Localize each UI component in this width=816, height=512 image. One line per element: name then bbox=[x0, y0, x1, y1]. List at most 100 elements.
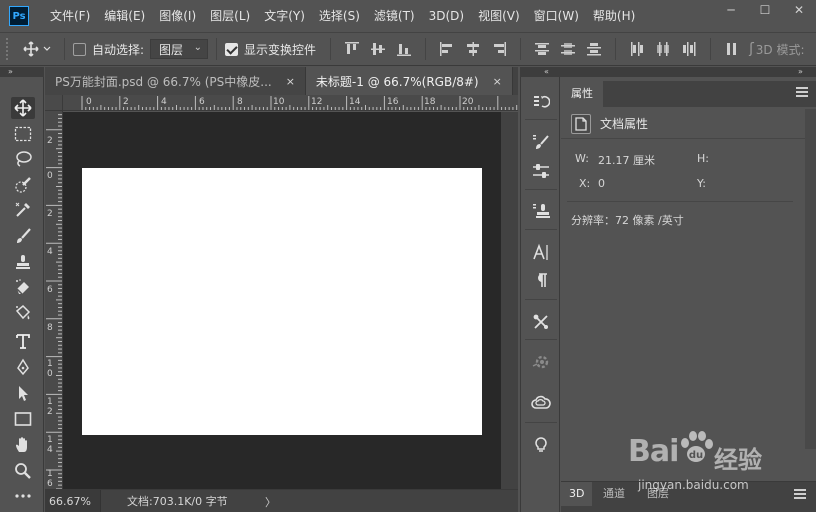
menu-layer[interactable]: 图层(L) bbox=[203, 0, 257, 32]
menu-edit[interactable]: 编辑(E) bbox=[97, 0, 152, 32]
align-vertical-centers-icon[interactable] bbox=[365, 38, 391, 60]
3d-cog-icon bbox=[532, 355, 549, 369]
zoom-level-field[interactable]: 66.67% bbox=[45, 489, 101, 512]
distribute-horizontal-centers-icon[interactable] bbox=[650, 38, 676, 60]
more-tools-button[interactable] bbox=[11, 485, 35, 507]
menu-bar: Ps 文件(F) 编辑(E) 图像(I) 图层(L) 文字(Y) 选择(S) 滤… bbox=[0, 0, 816, 32]
menu-select[interactable]: 选择(S) bbox=[312, 0, 367, 32]
path-selection-tool[interactable] bbox=[11, 382, 35, 404]
distribute-bottom-icon[interactable] bbox=[581, 38, 607, 60]
menu-filter[interactable]: 滤镜(T) bbox=[367, 0, 422, 32]
horizontal-ruler[interactable]: 0 2 4 6 8 10 12 14 16 18 20 bbox=[63, 95, 518, 111]
ruler-label: 1 6 bbox=[47, 469, 53, 489]
distribute-left-icon[interactable] bbox=[624, 38, 650, 60]
tool-presets-button[interactable] bbox=[529, 311, 553, 333]
libraries-panel-button[interactable] bbox=[529, 392, 553, 414]
document-tab[interactable]: PS万能封面.psd @ 66.7% (PS中橡皮... × bbox=[45, 67, 306, 95]
ruler-label: 1 2 bbox=[47, 397, 53, 417]
pen-icon bbox=[17, 358, 29, 376]
layer-select-value: 图层 bbox=[159, 42, 184, 57]
menu-view[interactable]: 视图(V) bbox=[471, 0, 527, 32]
ruler-label: 1 0 bbox=[47, 359, 53, 379]
align-left-edges-icon[interactable] bbox=[434, 38, 460, 60]
status-menu-arrow[interactable]: 〉 bbox=[265, 494, 276, 510]
brush-settings-button[interactable] bbox=[529, 160, 553, 182]
separator bbox=[425, 38, 427, 60]
history-panel-button[interactable] bbox=[529, 91, 553, 113]
brush-presets-button[interactable] bbox=[529, 131, 553, 153]
tools-panel bbox=[0, 77, 44, 512]
auto-select-checkbox[interactable] bbox=[73, 42, 86, 56]
align-horizontal-centers-icon[interactable] bbox=[460, 38, 486, 60]
eraser-tool[interactable] bbox=[11, 276, 35, 298]
width-label: W: bbox=[575, 152, 589, 165]
learn-panel-button[interactable] bbox=[529, 433, 553, 455]
auto-select-target-dropdown[interactable]: 图层 ⌄ bbox=[150, 39, 209, 59]
hand-tool[interactable] bbox=[11, 434, 35, 456]
double-chevron-right-icon: » bbox=[798, 67, 803, 76]
eyedropper-tool[interactable] bbox=[11, 199, 35, 221]
close-icon[interactable]: × bbox=[286, 75, 295, 88]
menu-help[interactable]: 帮助(H) bbox=[586, 0, 642, 32]
clone-stamp-tool[interactable] bbox=[11, 251, 35, 273]
move-tool-preset-icon[interactable] bbox=[20, 38, 56, 60]
menu-file[interactable]: 文件(F) bbox=[43, 0, 97, 32]
properties-scrollbar[interactable] bbox=[805, 109, 816, 449]
clone-source-button[interactable] bbox=[529, 200, 553, 222]
zoom-tool[interactable] bbox=[11, 460, 35, 482]
rectangle-tool[interactable] bbox=[11, 408, 35, 430]
panel-collapse-strip[interactable]: « » bbox=[520, 67, 816, 77]
document-tab-active[interactable]: 未标题-1 @ 66.7%(RGB/8#) × bbox=[305, 67, 513, 95]
menu-window[interactable]: 窗口(W) bbox=[527, 0, 586, 32]
move-icon bbox=[14, 99, 32, 117]
brush-tool[interactable] bbox=[11, 225, 35, 247]
align-top-edges-icon[interactable] bbox=[339, 38, 365, 60]
pen-tool[interactable] bbox=[11, 356, 35, 378]
tab-properties[interactable]: 属性 bbox=[561, 81, 603, 107]
separator bbox=[525, 189, 557, 190]
maximize-button[interactable]: ☐ bbox=[748, 0, 782, 20]
distribute-top-icon[interactable] bbox=[529, 38, 555, 60]
menu-3d[interactable]: 3D(D) bbox=[422, 0, 471, 32]
vertical-ruler[interactable]: 2 0 2 4 6 8 1 0 1 2 1 4 1 6 bbox=[45, 111, 63, 489]
3d-mode-icon: ʃ bbox=[749, 41, 754, 57]
stamp-icon bbox=[16, 255, 30, 269]
quick-selection-tool[interactable] bbox=[11, 174, 35, 196]
align-right-edges-icon[interactable] bbox=[486, 38, 512, 60]
panel-menu-icon[interactable] bbox=[794, 489, 806, 501]
distribute-right-icon[interactable] bbox=[676, 38, 702, 60]
eraser-icon bbox=[16, 279, 29, 295]
toolbar-collapse-strip[interactable]: » bbox=[0, 67, 44, 77]
align-bottom-edges-icon[interactable] bbox=[391, 38, 417, 60]
minimize-button[interactable]: ─ bbox=[714, 0, 748, 20]
show-transform-checkbox[interactable] bbox=[225, 42, 239, 56]
close-button[interactable]: ✕ bbox=[782, 0, 816, 20]
tab-channels[interactable]: 通道 bbox=[595, 482, 633, 506]
vertical-scrollbar[interactable] bbox=[501, 112, 518, 489]
lasso-tool[interactable] bbox=[11, 148, 35, 170]
ruler-origin[interactable] bbox=[45, 95, 63, 111]
marquee-tool[interactable] bbox=[11, 123, 35, 145]
menu-type[interactable]: 文字(Y) bbox=[257, 0, 312, 32]
menu-image[interactable]: 图像(I) bbox=[152, 0, 203, 32]
options-grip[interactable] bbox=[6, 38, 20, 60]
auto-align-layers-icon[interactable] bbox=[719, 38, 745, 60]
3d-panel-button[interactable] bbox=[529, 351, 553, 373]
distribute-vertical-centers-icon[interactable] bbox=[555, 38, 581, 60]
document-canvas[interactable] bbox=[82, 168, 482, 435]
character-panel-button[interactable] bbox=[529, 241, 553, 263]
paragraph-panel-button[interactable] bbox=[529, 269, 553, 291]
x-value[interactable]: 0 bbox=[598, 177, 605, 190]
paint-bucket-tool[interactable] bbox=[11, 302, 35, 324]
width-value[interactable]: 21.17 厘米 bbox=[598, 152, 655, 168]
move-tool[interactable] bbox=[11, 97, 35, 119]
panel-menu-icon[interactable] bbox=[796, 87, 808, 99]
type-tool[interactable] bbox=[11, 330, 35, 352]
3d-mode-control[interactable]: ʃ 3D 模式: bbox=[745, 38, 804, 60]
ellipsis-icon bbox=[15, 494, 31, 498]
tab-3d[interactable]: 3D bbox=[561, 482, 593, 506]
pilcrow-icon bbox=[538, 273, 547, 287]
canvas-workspace[interactable] bbox=[63, 112, 501, 489]
close-icon[interactable]: × bbox=[493, 75, 502, 88]
tab-layers[interactable]: 图层 bbox=[639, 482, 677, 506]
